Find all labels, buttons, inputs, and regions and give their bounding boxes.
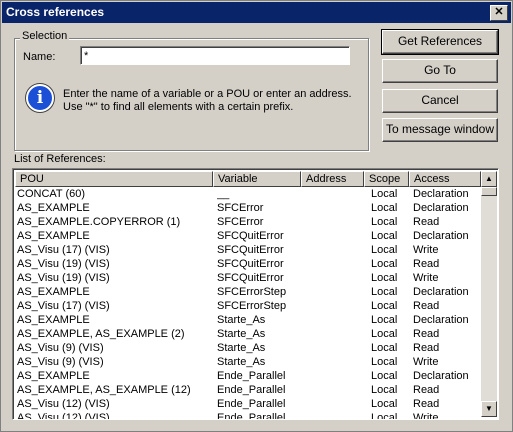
pou-cell: AS_Visu (9) (VIS) (17, 342, 104, 354)
scope-cell: Local (371, 356, 398, 368)
close-button[interactable]: ✕ (490, 5, 508, 21)
list-of-references-label: List of References: (14, 153, 106, 165)
scope-cell: Local (371, 230, 398, 242)
pou-cell: AS_Visu (12) (VIS) (17, 398, 110, 410)
column-header-scope[interactable]: Scope (364, 171, 409, 187)
scope-cell: Local (371, 384, 398, 396)
pou-cell: AS_EXAMPLE (17, 286, 90, 298)
access-cell: Declaration (413, 188, 469, 200)
access-cell: Declaration (413, 314, 469, 326)
scope-cell: Local (371, 412, 398, 420)
info-icon: i (26, 84, 54, 112)
scope-cell: Local (371, 300, 398, 312)
pou-cell: AS_EXAMPLE, AS_EXAMPLE (12) (17, 384, 191, 396)
references-list[interactable]: POU Variable Address Scope Access CONCAT… (12, 168, 499, 420)
access-cell: Write (413, 244, 439, 256)
access-cell: Declaration (413, 286, 469, 298)
vertical-scrollbar[interactable]: ▲ ▼ (481, 171, 497, 417)
variable-cell: SFCQuitError (217, 244, 284, 256)
scope-cell: Local (371, 342, 398, 354)
variable-cell: SFCQuitError (217, 272, 284, 284)
info-line-2: Use "*" to find all elements with a cert… (63, 101, 294, 113)
scope-cell: Local (371, 286, 398, 298)
pou-cell: AS_Visu (19) (VIS) (17, 272, 110, 284)
variable-cell: Starte_As (217, 342, 266, 354)
variable-cell: SFCErrorStep (217, 300, 287, 312)
variable-cell: Ende_Parallel (217, 384, 286, 396)
name-input[interactable] (80, 46, 350, 65)
pou-cell: AS_EXAMPLE (17, 230, 90, 242)
go-to-button[interactable]: Go To (382, 59, 498, 83)
scope-cell: Local (371, 328, 398, 340)
variable-cell: SFCQuitError (217, 258, 284, 270)
variable-cell: Starte_As (217, 356, 266, 368)
pou-cell: AS_Visu (19) (VIS) (17, 258, 110, 270)
scope-cell: Local (371, 202, 398, 214)
variable-cell: Ende_Parallel (217, 412, 286, 420)
column-header-pou[interactable]: POU (15, 171, 213, 187)
scope-cell: Local (371, 216, 398, 228)
info-text: Enter the name of a variable or a POU or… (63, 88, 363, 114)
window-title: Cross references (6, 5, 105, 19)
scope-cell: Local (371, 314, 398, 326)
variable-cell: Starte_As (217, 314, 266, 326)
variable-cell: SFCError (217, 216, 264, 228)
access-cell: Read (413, 328, 440, 340)
scope-cell: Local (371, 370, 398, 382)
scope-cell: Local (371, 258, 398, 270)
access-cell: Read (413, 216, 440, 228)
variable-cell: Ende_Parallel (217, 398, 286, 410)
access-cell: Declaration (413, 370, 469, 382)
cancel-button[interactable]: Cancel (382, 89, 498, 113)
access-cell: Read (413, 342, 440, 354)
scroll-down-button[interactable]: ▼ (481, 401, 497, 417)
pou-cell: AS_EXAMPLE (17, 314, 90, 326)
scope-cell: Local (371, 272, 398, 284)
variable-cell: SFCQuitError (217, 230, 284, 242)
column-header-address[interactable]: Address (301, 171, 364, 187)
column-header-variable[interactable]: Variable (213, 171, 301, 187)
scroll-up-button[interactable]: ▲ (481, 171, 497, 187)
access-cell: Read (413, 398, 440, 410)
to-message-window-button[interactable]: To message window (382, 118, 498, 142)
pou-cell: AS_EXAMPLE (17, 202, 90, 214)
access-cell: Write (413, 412, 439, 420)
access-cell: Declaration (413, 202, 469, 214)
variable-cell: SFCErrorStep (217, 286, 287, 298)
pou-cell: AS_Visu (9) (VIS) (17, 356, 104, 368)
access-cell: Read (413, 258, 440, 270)
pou-cell: AS_EXAMPLE (17, 370, 90, 382)
pou-cell: AS_EXAMPLE, AS_EXAMPLE (2) (17, 328, 185, 340)
variable-cell: Ende_Parallel (217, 370, 286, 382)
pou-cell: AS_EXAMPLE.COPYERROR (1) (17, 216, 181, 228)
scope-cell: Local (371, 188, 398, 200)
scroll-thumb[interactable] (481, 187, 497, 196)
scope-cell: Local (371, 398, 398, 410)
name-label: Name: (23, 51, 56, 63)
info-line-1: Enter the name of a variable or a POU or… (63, 88, 352, 100)
scope-cell: Local (371, 244, 398, 256)
variable-cell: __ (217, 188, 230, 200)
pou-cell: AS_Visu (17) (VIS) (17, 300, 110, 312)
pou-cell: AS_Visu (12) (VIS) (17, 412, 110, 420)
title-bar[interactable]: Cross references ✕ (2, 2, 511, 23)
selection-group-label: Selection (20, 30, 70, 42)
pou-cell: CONCAT (60) (17, 188, 86, 200)
access-cell: Read (413, 300, 440, 312)
access-cell: Read (413, 384, 440, 396)
column-header-access[interactable]: Access (409, 171, 481, 187)
access-cell: Write (413, 272, 439, 284)
access-cell: Declaration (413, 230, 469, 242)
pou-cell: AS_Visu (17) (VIS) (17, 244, 110, 256)
variable-cell: Starte_As (217, 328, 266, 340)
get-references-button[interactable]: Get References (381, 29, 499, 55)
variable-cell: SFCError (217, 202, 264, 214)
access-cell: Write (413, 356, 439, 368)
